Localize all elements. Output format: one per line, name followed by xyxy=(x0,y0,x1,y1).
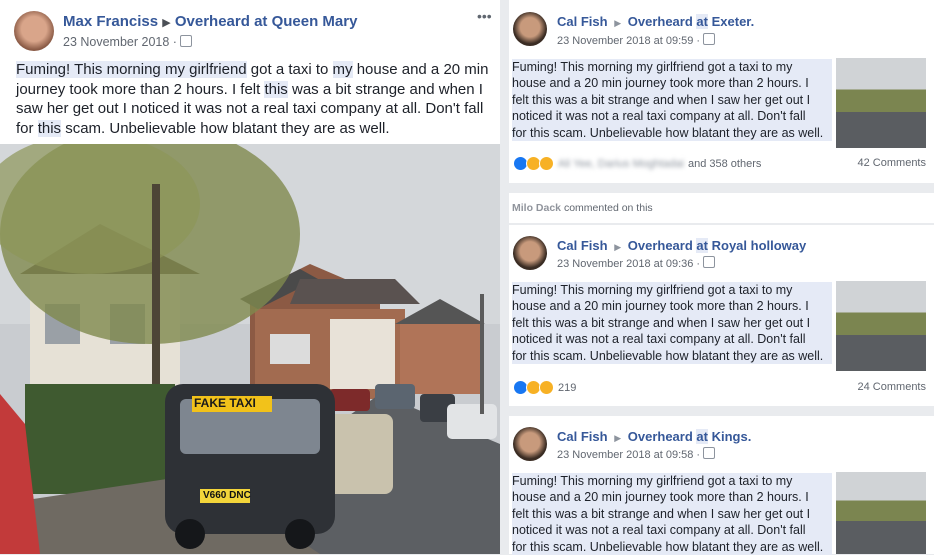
post-text: Fuming! This morning my girlfriend got a… xyxy=(16,60,491,139)
license-plate: V660 DNC xyxy=(203,490,251,501)
reaction-others: and 358 others xyxy=(687,157,762,170)
post-date[interactable]: 23 November 2018 at 09:58 · xyxy=(557,449,700,461)
post-text-line: Fuming! This morning my girlfriend got a… xyxy=(512,60,793,74)
post-text-line: for this scam. Unbelievable how blatant … xyxy=(512,539,824,554)
group-name-at[interactable]: at xyxy=(696,238,708,253)
post-text-line: house and a 20 min journey took more tha… xyxy=(512,76,809,91)
wow-reaction-icon xyxy=(539,380,554,395)
group-name-prefix[interactable]: Overheard xyxy=(628,238,693,253)
group-name[interactable]: Overheard at Queen Mary xyxy=(175,13,358,30)
group-name-prefix[interactable]: Overheard xyxy=(628,14,693,29)
group-name[interactable]: Royal holloway xyxy=(712,238,807,253)
activity-header: Milo Dack commented on this xyxy=(509,193,934,223)
post-date[interactable]: 23 November 2018 at 09:59 · xyxy=(557,35,700,47)
shared-post-card: Cal Fish ▶ Overheard at Royal holloway 2… xyxy=(509,225,934,406)
comments-count[interactable]: 24 Comments xyxy=(858,381,926,393)
arrow-right-icon: ▶ xyxy=(162,17,171,29)
arrow-right-icon: ▶ xyxy=(614,18,622,28)
post-meta: 23 November 2018 at 09:59 · xyxy=(557,33,716,47)
post-text-line: felt this was a bit strange and when I s… xyxy=(512,506,811,521)
reaction-names: Ali Yee, Darius Moghtadai xyxy=(558,157,684,170)
post-text-line: felt this was a bit strange and when I s… xyxy=(512,92,811,107)
post-header: Cal Fish ▶ Overheard at Kings. xyxy=(557,429,751,444)
group-name-at[interactable]: at xyxy=(696,14,708,29)
author-avatar[interactable] xyxy=(513,236,547,270)
right-feed: Cal Fish ▶ Overheard at Exeter. 23 Novem… xyxy=(509,0,934,555)
post-text-line: noticed it was not a real taxi company a… xyxy=(512,523,806,538)
comments-count[interactable]: 42 Comments xyxy=(858,157,926,169)
arrow-right-icon: ▶ xyxy=(614,242,622,252)
post-text-line: for this scam. Unbelievable how blatant … xyxy=(512,125,824,140)
author-name[interactable]: Max Franciss xyxy=(63,13,158,30)
author-avatar[interactable] xyxy=(513,427,547,461)
audience-icon xyxy=(703,447,716,459)
left-post: Max Franciss ▶ Overheard at Queen Mary 2… xyxy=(0,0,500,554)
audience-icon xyxy=(703,256,716,268)
post-text-segment: got a taxi to xyxy=(246,61,333,78)
audience-icon xyxy=(179,35,192,47)
post-meta: 23 November 2018 · xyxy=(63,35,192,49)
photo-thumbnail[interactable] xyxy=(836,472,926,554)
author-name[interactable]: Cal Fish xyxy=(557,14,608,29)
group-name[interactable]: Exeter. xyxy=(712,14,755,29)
post-text-segment: this xyxy=(37,119,62,137)
audience-icon xyxy=(703,33,716,45)
post-text-line: noticed it was not a real taxi company a… xyxy=(512,109,806,124)
post-text-line: for this scam. Unbelievable how blatant … xyxy=(512,348,824,363)
group-name[interactable]: Kings. xyxy=(712,429,752,444)
reactions-bar[interactable]: 219 xyxy=(513,380,576,395)
post-text-segment: my xyxy=(332,61,353,78)
author-name[interactable]: Cal Fish xyxy=(557,429,608,444)
post-date[interactable]: 23 November 2018 at 09:36 · xyxy=(557,258,700,270)
post-text: Fuming! This morning my girlfriend got a… xyxy=(512,282,832,364)
wow-reaction-icon xyxy=(539,156,554,171)
author-avatar[interactable] xyxy=(513,12,547,46)
post-text-line: house and a 20 min journey took more tha… xyxy=(512,299,809,314)
post-text-line: noticed it was not a real taxi company a… xyxy=(512,332,806,347)
author-avatar[interactable] xyxy=(14,11,54,51)
post-text-line: Fuming! This morning my girlfriend got a… xyxy=(512,474,793,488)
post-header: Cal Fish ▶ Overheard at Royal holloway xyxy=(557,238,806,253)
post-meta: 23 November 2018 at 09:58 · xyxy=(557,447,716,461)
arrow-right-icon: ▶ xyxy=(614,433,622,443)
post-text: Fuming! This morning my girlfriend got a… xyxy=(512,59,832,141)
shared-post-card: Cal Fish ▶ Overheard at Exeter. 23 Novem… xyxy=(509,0,934,183)
group-name-at[interactable]: at xyxy=(696,429,708,444)
reaction-count: 219 xyxy=(558,381,577,394)
post-photo[interactable]: FAKE TAXI V660 DNC xyxy=(0,144,500,554)
post-text-line: felt this was a bit strange and when I s… xyxy=(512,315,811,330)
post-text-segment: scam. Unbelievable how blatant they are … xyxy=(61,119,390,137)
photo-thumbnail[interactable] xyxy=(836,58,926,148)
post-header: Cal Fish ▶ Overheard at Exeter. xyxy=(557,14,754,29)
post-text-line: Fuming! This morning my girlfriend got a… xyxy=(512,283,793,297)
post-text-line: house and a 20 min journey took more tha… xyxy=(512,490,809,505)
group-name-prefix[interactable]: Overheard xyxy=(628,429,693,444)
post-date[interactable]: 23 November 2018 · xyxy=(63,35,177,49)
activity-action: commented on this xyxy=(563,202,653,214)
shared-post-card: Cal Fish ▶ Overheard at Kings. 23 Novemb… xyxy=(509,416,934,555)
post-text-segment: this xyxy=(264,80,288,98)
post-text: Fuming! This morning my girlfriend got a… xyxy=(512,473,832,555)
post-text-segment: Fuming! This morning my girlfriend xyxy=(16,61,247,78)
options-menu-icon[interactable]: ••• xyxy=(477,8,492,24)
post-meta: 23 November 2018 at 09:36 · xyxy=(557,256,716,270)
photo-thumbnail[interactable] xyxy=(836,281,926,371)
taxi-sign: FAKE TAXI xyxy=(194,396,256,410)
post-header: Max Franciss ▶ Overheard at Queen Mary xyxy=(63,13,357,30)
activity-actor[interactable]: Milo Dack xyxy=(512,202,561,214)
reactions-bar[interactable]: Ali Yee, Darius Moghtadai and 358 others xyxy=(513,156,761,171)
author-name[interactable]: Cal Fish xyxy=(557,238,608,253)
